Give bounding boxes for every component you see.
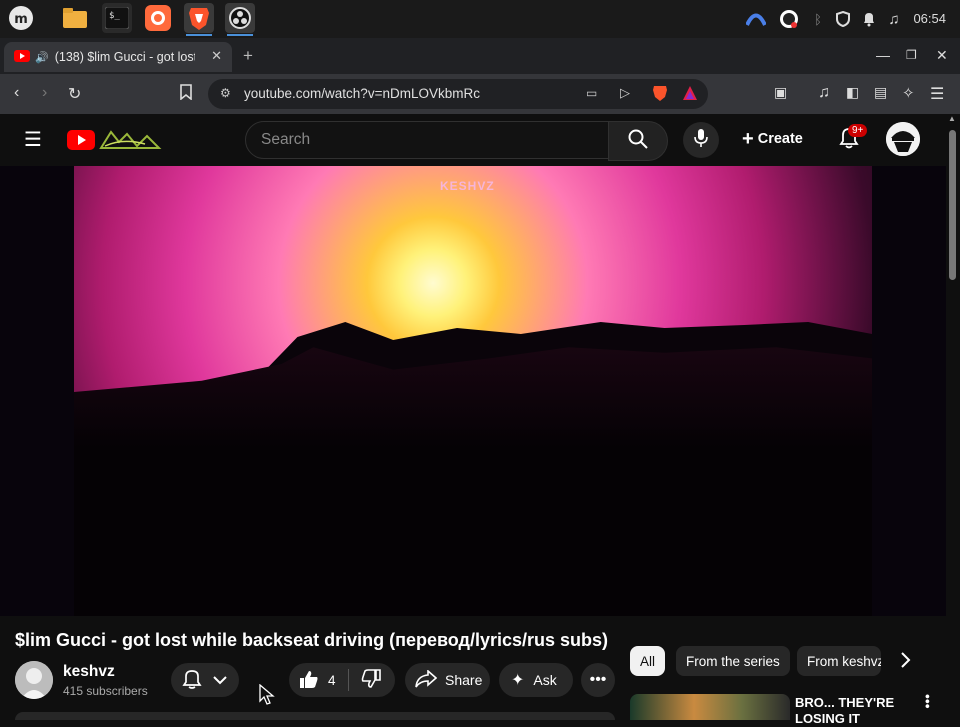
divider — [347, 669, 349, 691]
brave-shields-icon[interactable] — [652, 84, 668, 107]
bell-icon — [181, 668, 203, 693]
recommended-video-thumbnail[interactable] — [630, 694, 790, 720]
foreground-shadow — [74, 347, 872, 616]
svg-text:m: m — [14, 12, 28, 27]
like-button-icon[interactable] — [299, 669, 319, 692]
site-settings-icon[interactable]: ⚙ — [220, 86, 231, 100]
subscribed-button[interactable] — [171, 663, 239, 697]
hamburger-menu-icon[interactable]: ☰ — [24, 127, 42, 152]
new-tab-icon[interactable]: + — [243, 46, 253, 66]
chip-all[interactable]: All — [630, 646, 666, 676]
browser-tab-active[interactable]: 🔊 (138) $lim Gucci - got lost u ✕ — [4, 42, 232, 72]
more-horizontal-icon: ••• — [589, 671, 607, 688]
like-count: 4 — [328, 672, 336, 688]
search-input[interactable]: Search — [245, 121, 609, 159]
close-window-icon[interactable]: ✕ — [936, 47, 948, 64]
shield-icon[interactable] — [833, 9, 853, 29]
account-avatar[interactable] — [886, 122, 920, 156]
forward-icon[interactable]: › — [42, 84, 47, 102]
reader-mode-icon[interactable]: ▣ — [774, 84, 787, 101]
music-note-icon[interactable]: ♫ — [884, 9, 904, 29]
share-icon — [415, 668, 438, 691]
more-vertical-icon[interactable]: ••• — [920, 694, 936, 709]
create-button[interactable]: + Create — [742, 128, 803, 151]
scrollbar-thumb[interactable] — [949, 130, 956, 280]
minimize-icon[interactable]: — — [876, 47, 890, 63]
video-watermark: KESHVZ — [440, 179, 495, 193]
share-label: Share — [445, 672, 483, 688]
chevron-down-icon — [213, 672, 227, 688]
tab-title: (138) $lim Gucci - got lost u — [54, 50, 195, 64]
microphone-icon — [694, 128, 708, 153]
more-actions-button[interactable]: ••• — [581, 663, 615, 697]
search-placeholder: Search — [261, 131, 311, 148]
media-icon[interactable]: ♫ — [818, 84, 830, 102]
video-player[interactable]: KESHVZ — [0, 166, 946, 616]
create-label: Create — [757, 131, 803, 147]
brave-icon[interactable] — [184, 3, 214, 36]
like-dislike-group: 4 — [289, 663, 395, 697]
channel-avatar[interactable] — [15, 661, 53, 699]
youtube-header: ☰ Search + Create 9+ — [0, 114, 960, 166]
browser-toolbar: ‹ › ↻ ⚙ youtube.com/watch?v=nDmLOVkbmRc … — [0, 74, 960, 114]
scroll-up-icon[interactable]: ▲ — [948, 114, 956, 123]
page-scrollbar[interactable]: ▲ — [946, 114, 958, 720]
video-frame: KESHVZ — [74, 166, 872, 616]
youtube-logo[interactable] — [67, 128, 163, 157]
youtube-favicon-icon — [14, 49, 30, 65]
video-title: $lim Gucci - got lost while backseat dri… — [15, 630, 609, 650]
description-box[interactable] — [15, 712, 615, 720]
cast-icon[interactable]: ▭ — [586, 86, 597, 100]
close-tab-icon[interactable]: ✕ — [211, 48, 222, 64]
bookmark-icon[interactable] — [180, 84, 192, 105]
plus-icon: + — [742, 128, 754, 150]
url-text[interactable]: youtube.com/watch?v=nDmLOVkbmRc — [244, 86, 480, 101]
voice-search-button[interactable] — [683, 122, 719, 158]
mint-menu-icon[interactable]: m — [6, 3, 36, 33]
ask-label: Ask — [533, 672, 557, 688]
brave-rewards-icon[interactable] — [682, 85, 698, 106]
chip-from-the-series[interactable]: From the series — [676, 646, 790, 676]
address-bar[interactable]: ⚙ youtube.com/watch?v=nDmLOVkbmRc ▭ ▷ — [208, 79, 708, 109]
wallet-icon[interactable]: ▤ — [874, 84, 887, 101]
sidebar-icon[interactable]: ◧ — [846, 84, 859, 101]
search-icon — [628, 129, 648, 154]
obs-tray-icon[interactable] — [779, 9, 799, 29]
obs-icon[interactable] — [225, 3, 255, 36]
terminal-icon[interactable]: $_ — [102, 3, 132, 33]
notification-bell-icon[interactable] — [859, 9, 879, 29]
mouse-cursor-icon — [258, 683, 276, 711]
leo-ai-icon[interactable]: ✧ — [902, 84, 915, 102]
bluetooth-icon[interactable]: ᛒ — [808, 9, 828, 29]
files-icon[interactable] — [60, 3, 90, 33]
notification-count-badge: 9+ — [848, 124, 868, 137]
channel-name[interactable]: keshvz — [63, 663, 115, 681]
clock[interactable]: 06:54 — [913, 11, 946, 26]
dislike-button-icon[interactable] — [361, 668, 381, 692]
ask-button[interactable]: ✦ Ask — [499, 663, 573, 697]
svg-text:$_: $_ — [109, 11, 120, 21]
share-button[interactable]: Share — [405, 663, 490, 697]
recommended-video-title[interactable]: BRO... THEY'RE LOSING IT — [795, 695, 895, 727]
browser-menu-icon[interactable]: ☰ — [930, 84, 944, 104]
search-button[interactable] — [608, 121, 668, 161]
os-taskbar: m $_ ᛒ ♫ 06:54 — [0, 0, 960, 38]
sparkle-icon: ✦ — [511, 672, 525, 689]
browser-tab-bar: 🔊 (138) $lim Gucci - got lost u ✕ + — ❐ … — [0, 38, 960, 74]
reload-icon[interactable]: ↻ — [68, 84, 81, 104]
send-icon[interactable]: ▷ — [620, 85, 630, 101]
subscriber-count: 415 subscribers — [63, 684, 148, 698]
chip-from-channel[interactable]: From keshvz — [797, 646, 881, 676]
back-icon[interactable]: ‹ — [14, 84, 19, 102]
restore-icon[interactable]: ❐ — [906, 48, 917, 62]
audio-playing-icon[interactable]: 🔊 — [35, 51, 49, 64]
vpn-icon[interactable] — [746, 9, 766, 29]
chevron-right-icon[interactable] — [900, 651, 912, 674]
firefox-icon[interactable] — [143, 3, 173, 33]
